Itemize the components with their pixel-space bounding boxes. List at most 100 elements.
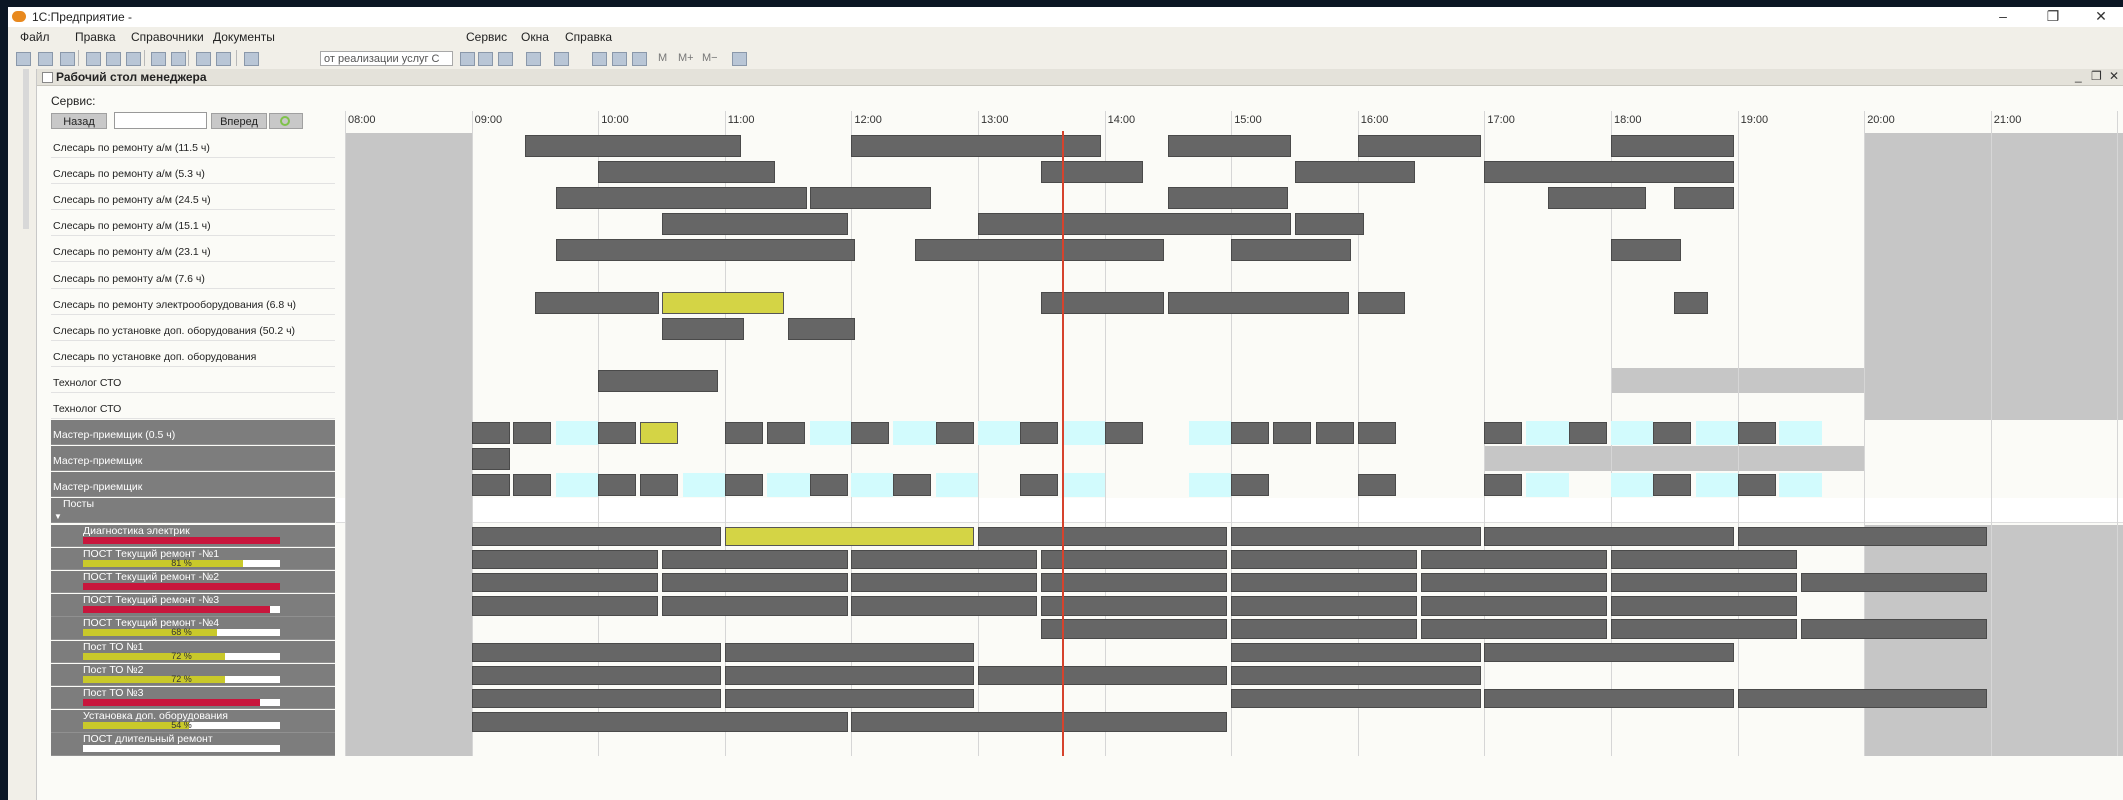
booking-block[interactable] — [1611, 596, 1798, 616]
booking-block[interactable] — [1019, 474, 1058, 497]
booking-block[interactable] — [598, 422, 637, 445]
booking-block[interactable] — [851, 549, 1038, 570]
booking-block[interactable] — [661, 549, 848, 570]
toolbar-search-input[interactable]: от реализации услуг С — [320, 51, 453, 66]
booking-block[interactable] — [1484, 526, 1734, 546]
booking-block[interactable] — [1294, 213, 1365, 236]
booking-block[interactable] — [471, 596, 658, 616]
booking-block[interactable] — [1231, 665, 1481, 686]
users-icon[interactable] — [632, 52, 647, 66]
post-row-label[interactable]: ПОСТ Текущий ремонт -№4 68 % — [51, 617, 335, 640]
free-slot[interactable] — [556, 473, 599, 498]
booking-block[interactable] — [1611, 549, 1798, 570]
booking-block[interactable] — [471, 688, 721, 709]
booking-block[interactable] — [893, 474, 932, 497]
booking-block[interactable] — [1800, 572, 1987, 593]
booking-block[interactable] — [1041, 596, 1228, 616]
booking-block[interactable] — [724, 642, 975, 662]
free-slot[interactable] — [1062, 421, 1105, 446]
pin-icon[interactable] — [732, 52, 747, 66]
cut-icon[interactable] — [86, 52, 101, 66]
booking-block[interactable] — [598, 474, 637, 497]
booking-block[interactable] — [809, 474, 848, 497]
free-slot[interactable] — [1526, 421, 1570, 446]
booking-block[interactable] — [788, 317, 856, 340]
booking-block[interactable] — [1652, 474, 1691, 497]
panel-checkbox[interactable] — [42, 72, 53, 83]
menu-item[interactable]: Правка — [75, 30, 116, 44]
booking-block[interactable] — [1737, 526, 1987, 546]
post-row-label[interactable]: Пост ТО №2 72 % — [51, 663, 335, 687]
booking-block[interactable] — [1357, 291, 1405, 314]
free-slot[interactable] — [1695, 473, 1738, 498]
close-button[interactable]: ✕ — [2086, 8, 2116, 25]
clear-icon[interactable] — [460, 52, 475, 66]
post-row-label[interactable]: ПОСТ Текущий ремонт -№1 81 % — [51, 547, 335, 571]
booking-block[interactable] — [1231, 474, 1270, 497]
save-icon[interactable] — [60, 52, 75, 66]
booking-block[interactable] — [1041, 161, 1143, 184]
menu-item[interactable]: Документы — [213, 30, 275, 44]
post-row-label[interactable]: Пост ТО №3 — [51, 686, 335, 710]
info-icon[interactable] — [554, 52, 569, 66]
booking-block[interactable] — [1231, 422, 1270, 445]
free-slot[interactable] — [1526, 473, 1570, 498]
booking-block[interactable] — [1484, 161, 1734, 184]
paste-icon[interactable] — [126, 52, 141, 66]
booking-block[interactable] — [978, 665, 1228, 686]
free-slot[interactable] — [1779, 473, 1823, 498]
booking-block[interactable] — [1484, 474, 1523, 497]
staff-row-label[interactable]: Мастер-приемщик (0.5 ч) — [51, 420, 335, 446]
booking-block[interactable] — [1484, 688, 1734, 709]
panel-close-button[interactable]: ✕ — [2109, 69, 2119, 83]
booking-block[interactable] — [978, 526, 1228, 546]
booking-block[interactable] — [1041, 619, 1228, 639]
forward-button[interactable]: Вперед — [211, 113, 267, 129]
booking-block[interactable] — [936, 422, 975, 445]
booking-block[interactable] — [851, 422, 890, 445]
booking-block[interactable] — [1231, 642, 1481, 662]
booking-block[interactable] — [1611, 572, 1798, 593]
booking-block[interactable] — [1737, 688, 1987, 709]
booking-block[interactable] — [914, 239, 1165, 262]
undo-icon[interactable] — [196, 52, 211, 66]
redo-icon[interactable] — [216, 52, 231, 66]
booking-block[interactable] — [471, 549, 658, 570]
free-slot[interactable] — [766, 473, 810, 498]
booking-block[interactable] — [534, 291, 659, 314]
booking-block[interactable] — [1737, 474, 1776, 497]
post-row-label[interactable]: ПОСТ Текущий ремонт -№3 — [51, 594, 335, 617]
calculator-icon[interactable] — [612, 52, 627, 66]
booking-block[interactable] — [471, 422, 510, 445]
free-slot[interactable] — [936, 473, 978, 498]
highlighted-booking-block[interactable] — [661, 291, 785, 314]
staff-row-label[interactable]: Слесарь по ремонту электрооборудования (… — [51, 290, 335, 315]
free-slot[interactable] — [1611, 421, 1653, 446]
back-button[interactable]: Назад — [51, 113, 107, 129]
find-icon[interactable] — [244, 52, 259, 66]
menu-item[interactable]: Файл — [20, 30, 50, 44]
booking-block[interactable] — [724, 422, 763, 445]
staff-row-label[interactable]: Слесарь по установке доп. оборудования — [51, 342, 335, 367]
booking-block[interactable] — [1611, 135, 1734, 158]
booking-block[interactable] — [1167, 187, 1289, 210]
menu-item[interactable]: Окна — [521, 30, 549, 44]
staff-row-label[interactable]: Слесарь по ремонту а/м (5.3 ч) — [51, 159, 335, 185]
new-icon[interactable] — [16, 52, 31, 66]
booking-block[interactable] — [1484, 642, 1734, 662]
staff-row-label[interactable]: Слесарь по ремонту а/м (7.6 ч) — [51, 264, 335, 289]
booking-block[interactable] — [1800, 619, 1987, 639]
free-slot[interactable] — [683, 473, 725, 498]
highlighted-booking-block[interactable] — [724, 526, 975, 546]
open-icon[interactable] — [38, 52, 53, 66]
booking-block[interactable] — [1421, 619, 1608, 639]
booking-block[interactable] — [851, 572, 1038, 593]
side-splitter[interactable] — [23, 69, 29, 229]
booking-block[interactable] — [524, 135, 742, 158]
restore-button[interactable]: ❐ — [2038, 8, 2068, 25]
calendar-icon[interactable] — [592, 52, 607, 66]
staff-row-label[interactable]: Слесарь по установке доп. оборудования (… — [51, 316, 335, 341]
booking-block[interactable] — [1421, 596, 1608, 616]
booking-block[interactable] — [1737, 422, 1776, 445]
booking-block[interactable] — [639, 474, 678, 497]
